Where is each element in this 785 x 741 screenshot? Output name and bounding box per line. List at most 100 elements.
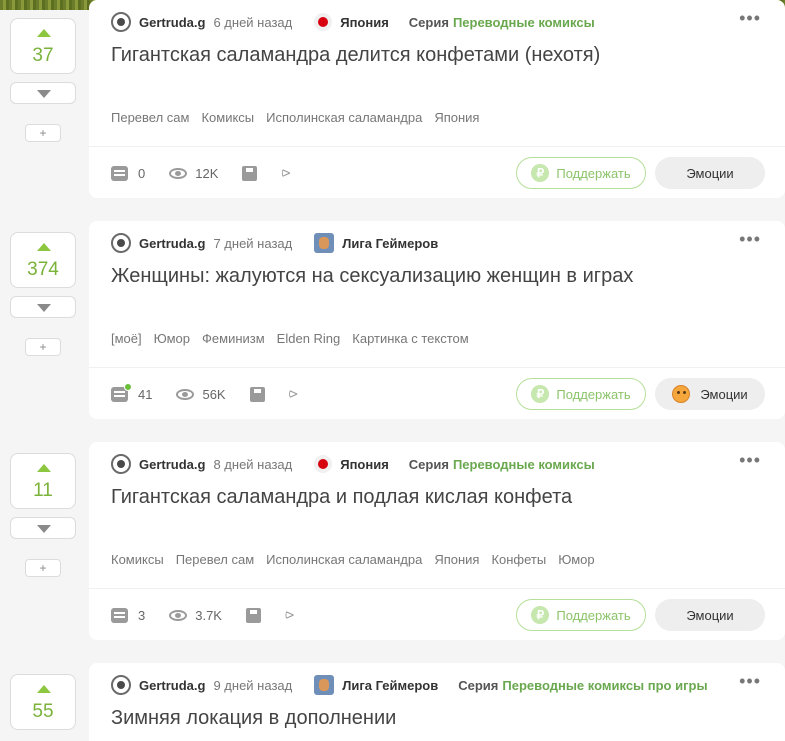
expand-plus-button[interactable]: + [25,124,61,142]
comment-icon[interactable] [111,382,132,402]
author-avatar[interactable] [111,454,131,474]
downvote-button[interactable] [10,296,76,318]
comment-icon[interactable] [111,165,128,181]
more-options-icon[interactable]: ••• [739,9,761,27]
upvote-arrow-icon[interactable] [37,29,51,37]
comment-count[interactable]: 0 [138,166,145,181]
rating-score: 55 [32,701,54,722]
upvote-arrow-icon[interactable] [37,685,51,693]
tag[interactable]: Феминизм [202,331,265,346]
more-options-icon[interactable]: ••• [739,230,761,248]
post-meta: Gertruda.g 9 дней назад Лига Геймеров Се… [111,674,708,696]
tag[interactable]: Япония [434,552,479,567]
support-button[interactable]: ₽ Поддержать [516,157,646,189]
tag[interactable]: Юмор [154,331,190,346]
tag-list: [моё] Юмор Феминизм Elden Ring Картинка … [111,331,481,346]
rating-score: 37 [32,45,54,66]
post-meta: Gertruda.g 8 дней назад Япония Серия Пер… [111,453,595,475]
expand-plus-button[interactable]: + [25,338,61,356]
upvote-arrow-icon[interactable] [37,243,51,251]
series-link[interactable]: Переводные комиксы про игры [502,678,707,693]
comment-count[interactable]: 3 [138,608,145,623]
view-count: 56K [202,386,226,402]
more-options-icon[interactable]: ••• [739,451,761,469]
tag[interactable]: Комиксы [201,110,254,125]
gamer-league-icon [314,233,335,253]
share-icon[interactable]: ⪧ [285,607,294,623]
ruble-icon: ₽ [531,606,550,624]
comment-count[interactable]: 41 [138,387,152,402]
emotions-button[interactable]: Эмоции [655,157,765,189]
upvote-box[interactable]: 374 [10,232,76,288]
expand-plus-button[interactable]: + [25,559,61,577]
author-avatar[interactable] [111,12,131,32]
share-icon[interactable]: ⪧ [281,165,290,181]
tag[interactable]: Конфеты [491,552,546,567]
community-name: Лига Геймеров [342,235,439,251]
support-button[interactable]: ₽ Поддержать [516,599,646,631]
tag[interactable]: Япония [434,110,479,125]
tag[interactable]: Исполинская саламандра [266,110,422,125]
post-title[interactable]: Гигантская саламандра и подлая кислая ко… [111,486,572,509]
post-title[interactable]: Зимняя локация в дополнении [111,707,396,730]
downvote-button[interactable] [10,517,76,539]
series-link[interactable]: Переводные комиксы [453,457,595,472]
laughing-face-icon [672,385,691,403]
rating-score: 11 [33,480,53,501]
emotions-button[interactable]: Эмоции [655,378,765,410]
upvote-box[interactable]: 55 [10,674,76,730]
emotions-label: Эмоции [686,165,734,181]
japan-flag-icon [314,13,333,31]
author-name[interactable]: Gertruda.g [139,678,205,693]
author-name[interactable]: Gertruda.g [139,15,205,30]
share-icon[interactable]: ⪧ [289,386,298,402]
post-time: 7 дней назад [213,235,293,251]
community-link[interactable]: Лига Геймеров [314,675,438,695]
view-count: 3.7K [195,607,222,623]
post-title[interactable]: Гигантская саламандра делится конфетами … [111,44,600,67]
community-link[interactable]: Япония [314,13,389,31]
tag[interactable]: Картинка с текстом [352,331,468,346]
more-options-icon[interactable]: ••• [739,672,761,690]
divider [89,146,785,147]
comment-icon[interactable] [111,607,128,623]
divider [89,367,785,368]
vote-panel: 11 + [10,453,76,577]
save-icon[interactable] [245,607,261,623]
save-icon[interactable] [249,386,265,402]
author-name[interactable]: Gertruda.g [139,457,205,472]
community-link[interactable]: Лига Геймеров [314,233,438,253]
community-link[interactable]: Япония [314,455,389,473]
author-avatar[interactable] [111,233,131,253]
post-footer: 0 12K ⪧ [111,162,290,184]
series-link[interactable]: Переводные комиксы [453,15,595,30]
save-icon[interactable] [242,165,258,181]
post-title[interactable]: Женщины: жалуются на сексуализацию женщи… [111,265,633,288]
author-avatar[interactable] [111,675,131,695]
tag[interactable]: Комиксы [111,552,164,567]
support-label: Поддержать [556,165,631,181]
tag[interactable]: Elden Ring [277,331,341,346]
post-meta: Gertruda.g 6 дней назад Япония Серия Пер… [111,11,595,33]
upvote-box[interactable]: 11 [10,453,76,509]
emotions-label: Эмоции [686,607,734,623]
japan-flag-icon [314,455,333,473]
tag[interactable]: [моё] [111,331,142,346]
tag[interactable]: Перевел сам [111,110,189,125]
divider [89,588,785,589]
support-label: Поддержать [556,386,631,402]
support-button[interactable]: ₽ Поддержать [516,378,646,410]
rating-score: 374 [27,259,59,280]
tag[interactable]: Перевел сам [176,552,254,567]
downvote-button[interactable] [10,82,76,104]
tag[interactable]: Исполинская саламандра [266,552,422,567]
support-label: Поддержать [556,607,631,623]
post-time: 8 дней назад [213,456,293,472]
tag[interactable]: Юмор [558,552,594,567]
post-time: 6 дней назад [213,14,293,30]
author-name[interactable]: Gertruda.g [139,236,205,251]
emotions-button[interactable]: Эмоции [655,599,765,631]
post-card: Gertruda.g 9 дней назад Лига Геймеров Се… [89,663,785,741]
upvote-arrow-icon[interactable] [37,464,51,472]
upvote-box[interactable]: 37 [10,18,76,74]
